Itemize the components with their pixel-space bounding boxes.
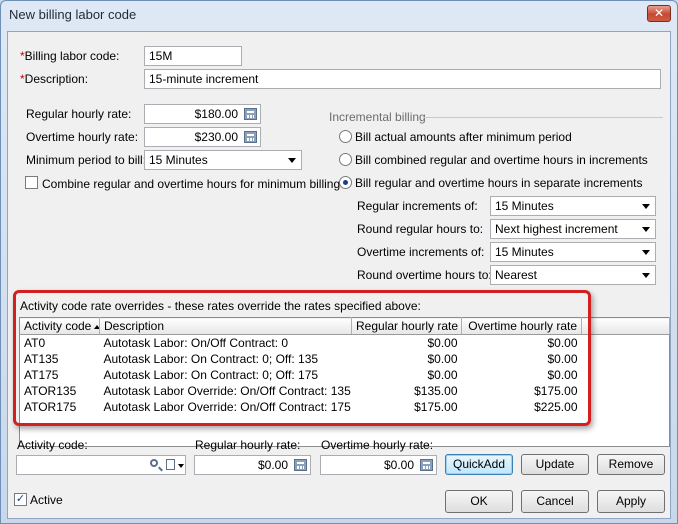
description-value: 15-minute increment [149, 72, 259, 86]
regular-increments-value: 15 Minutes [495, 199, 554, 213]
overtime-hourly-rate-label: Overtime hourly rate: [26, 130, 139, 144]
round-regular-select[interactable]: Next highest increment [490, 219, 656, 239]
regular-hourly-rate-label: Regular hourly rate: [26, 107, 132, 121]
activity-code-label: Activity code: [17, 438, 88, 452]
billing-labor-code-input[interactable]: 15M [144, 46, 242, 66]
active-checkbox[interactable]: ✓ [14, 493, 27, 506]
chevron-down-icon [642, 204, 650, 209]
minimum-period-select[interactable]: 15 Minutes [144, 150, 302, 170]
empty-cell [462, 431, 582, 447]
remove-button[interactable]: Remove [597, 454, 665, 475]
overtime-hourly-rate-input[interactable]: $230.00 [144, 127, 261, 147]
cell-filler [582, 383, 670, 399]
radio-bill-separate-label: Bill regular and overtime hours in separ… [355, 176, 643, 190]
regular-increments-label: Regular increments of: [357, 199, 478, 213]
combine-hours-checkbox[interactable] [25, 176, 38, 189]
update-button[interactable]: Update [521, 454, 589, 475]
regular-hourly-rate-input[interactable]: $180.00 [144, 104, 261, 124]
chevron-down-icon [288, 158, 296, 163]
billing-labor-code-label-text: Billing labor code: [24, 49, 120, 63]
checkmark-icon: ✓ [15, 493, 26, 505]
dialog-window: New billing labor code ✕ *Billing labor … [0, 0, 678, 524]
incremental-billing-heading: Incremental billing [329, 110, 426, 124]
round-regular-label: Round regular hours to: [357, 222, 484, 236]
close-icon: ✕ [653, 6, 665, 20]
radio-bill-actual-label: Bill actual amounts after minimum period [355, 130, 572, 144]
editor-regular-rate-value: $0.00 [257, 458, 288, 472]
cell-filler [582, 351, 670, 367]
billing-labor-code-label: *Billing labor code: [20, 49, 119, 63]
editor-regular-rate-input[interactable]: $0.00 [194, 455, 311, 475]
overtime-hourly-rate-value: $230.00 [194, 130, 238, 144]
calculator-icon[interactable] [420, 459, 433, 471]
combine-hours-label: Combine regular and overtime hours for m… [42, 177, 341, 191]
cell-filler [582, 399, 670, 415]
editor-overtime-rate-value: $0.00 [383, 458, 414, 472]
regular-increments-select[interactable]: 15 Minutes [490, 196, 656, 216]
overtime-increments-value: 15 Minutes [495, 245, 554, 259]
editor-overtime-rate-input[interactable]: $0.00 [320, 455, 437, 475]
round-regular-value: Next highest increment [495, 222, 618, 236]
chevron-down-icon [642, 250, 650, 255]
editor-regular-rate-label: Regular hourly rate: [195, 438, 301, 452]
regular-hourly-rate-value: $180.00 [194, 107, 238, 121]
minimum-period-label: Minimum period to bill: [26, 153, 147, 167]
window-title: New billing labor code [9, 7, 137, 22]
radio-bill-separate[interactable] [339, 176, 352, 189]
empty-cell [582, 415, 670, 431]
search-icon[interactable] [150, 459, 158, 467]
calculator-icon[interactable] [244, 108, 257, 120]
description-label-text: Description: [24, 72, 89, 86]
cell-filler [582, 335, 670, 351]
cell-filler [582, 367, 670, 383]
group-divider [423, 117, 663, 118]
billing-labor-code-value: 15M [149, 49, 173, 63]
radio-bill-combined-label: Bill combined regular and overtime hours… [355, 153, 648, 167]
overtime-increments-label: Overtime increments of: [357, 245, 485, 259]
apply-button[interactable]: Apply [597, 490, 665, 513]
list-picker-icon[interactable] [166, 459, 175, 470]
close-button[interactable]: ✕ [647, 5, 671, 22]
radio-bill-combined[interactable] [339, 153, 352, 166]
column-header-filler [581, 317, 670, 335]
cancel-button[interactable]: Cancel [521, 490, 589, 513]
description-input[interactable]: 15-minute increment [144, 69, 661, 89]
round-overtime-select[interactable]: Nearest [490, 265, 656, 285]
chevron-down-icon [178, 464, 184, 468]
overtime-increments-select[interactable]: 15 Minutes [490, 242, 656, 262]
description-label: *Description: [20, 72, 88, 86]
active-label: Active [30, 493, 63, 507]
highlight-frame [13, 290, 591, 426]
title-bar: New billing labor code [1, 1, 677, 29]
chevron-down-icon [642, 227, 650, 232]
round-overtime-value: Nearest [495, 268, 538, 282]
chevron-down-icon [642, 273, 650, 278]
minimum-period-value: 15 Minutes [149, 153, 208, 167]
quickadd-button[interactable]: QuickAdd [445, 454, 513, 475]
calculator-icon[interactable] [244, 131, 257, 143]
round-overtime-label: Round overtime hours to: [357, 268, 492, 282]
radio-bill-actual[interactable] [339, 130, 352, 143]
empty-cell [582, 431, 670, 447]
ok-button[interactable]: OK [445, 490, 513, 513]
activity-code-input[interactable] [16, 455, 186, 475]
dialog-body: *Billing labor code: 15M *Description: 1… [7, 31, 671, 519]
editor-overtime-rate-label: Overtime hourly rate: [321, 438, 434, 452]
calculator-icon[interactable] [294, 459, 307, 471]
